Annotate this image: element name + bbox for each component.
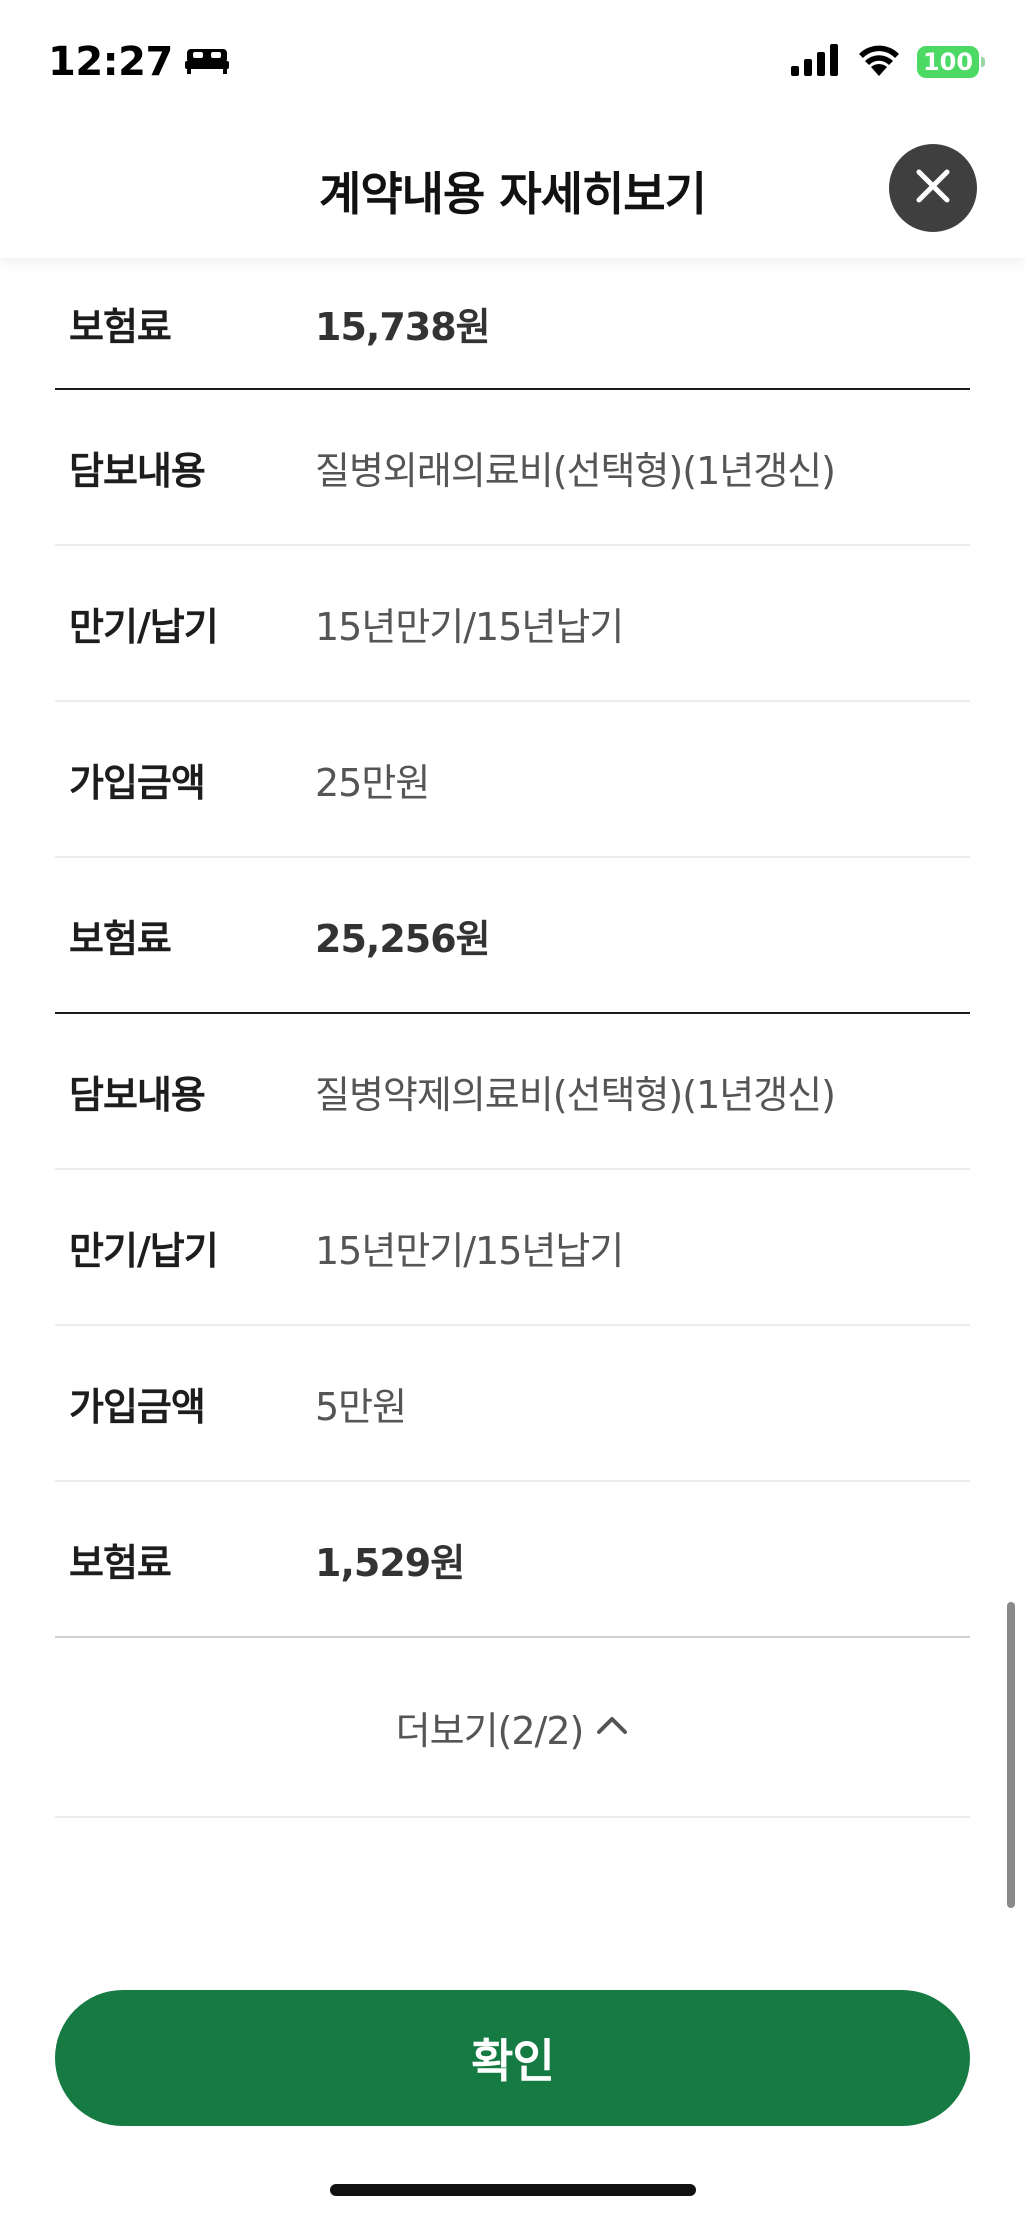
row-value: 5만원 <box>315 1384 407 1429</box>
confirm-button[interactable]: 확인 <box>55 1990 970 2126</box>
row-value: 질병약제의료비(선택형)(1년갱신) <box>315 1072 836 1117</box>
page-title: 계약내용 자세히보기 <box>319 167 707 221</box>
detail-row-amount: 가입금액 5만원 <box>55 1326 970 1482</box>
row-value: 질병외래의료비(선택형)(1년갱신) <box>315 448 836 493</box>
row-label: 가입금액 <box>69 1384 206 1429</box>
status-bar: 12:27 100 <box>0 0 1025 124</box>
row-value: 15년만기/15년납기 <box>315 604 624 649</box>
detail-row-premium: 보험료 15,738원 <box>55 258 970 390</box>
detail-row-coverage: 담보내용 질병외래의료비(선택형)(1년갱신) <box>55 390 970 546</box>
close-icon <box>913 166 953 210</box>
battery-icon: 100 <box>917 46 985 78</box>
row-label: 만기/납기 <box>69 604 219 649</box>
row-value: 1,529원 <box>315 1540 465 1585</box>
wifi-icon <box>857 44 901 80</box>
close-button[interactable] <box>889 144 977 232</box>
more-label: 더보기(2/2) <box>395 1708 585 1753</box>
row-label: 보험료 <box>69 1540 172 1585</box>
chevron-up-icon <box>595 1714 629 1740</box>
row-label: 담보내용 <box>69 1072 206 1117</box>
sleep-focus-icon <box>184 45 229 79</box>
row-value: 15년만기/15년납기 <box>315 1228 624 1273</box>
row-label: 보험료 <box>69 916 172 961</box>
row-value: 25만원 <box>315 760 430 805</box>
status-right: 100 <box>791 44 985 80</box>
cellular-signal-icon <box>791 44 841 80</box>
modal-header: 계약내용 자세히보기 <box>0 124 1025 258</box>
row-label: 가입금액 <box>69 760 206 805</box>
row-value: 15,738원 <box>315 304 491 349</box>
detail-row-premium: 보험료 1,529원 <box>55 1482 970 1638</box>
detail-row-term: 만기/납기 15년만기/15년납기 <box>55 1170 970 1326</box>
row-value: 25,256원 <box>315 916 491 961</box>
contract-detail-list: 보험료 15,738원 담보내용 질병외래의료비(선택형)(1년갱신) 만기/납… <box>55 258 970 1818</box>
row-label: 보험료 <box>69 304 172 349</box>
home-indicator[interactable] <box>330 2184 696 2196</box>
detail-row-premium: 보험료 25,256원 <box>55 858 970 1014</box>
status-left: 12:27 <box>48 39 229 85</box>
detail-row-term: 만기/납기 15년만기/15년납기 <box>55 546 970 702</box>
collapse-more-button[interactable]: 더보기(2/2) <box>55 1638 970 1818</box>
detail-row-amount: 가입금액 25만원 <box>55 702 970 858</box>
detail-row-coverage: 담보내용 질병약제의료비(선택형)(1년갱신) <box>55 1014 970 1170</box>
row-label: 담보내용 <box>69 448 206 493</box>
status-time: 12:27 <box>48 39 173 85</box>
scrollbar[interactable] <box>1007 1602 1015 1908</box>
row-label: 만기/납기 <box>69 1228 219 1273</box>
